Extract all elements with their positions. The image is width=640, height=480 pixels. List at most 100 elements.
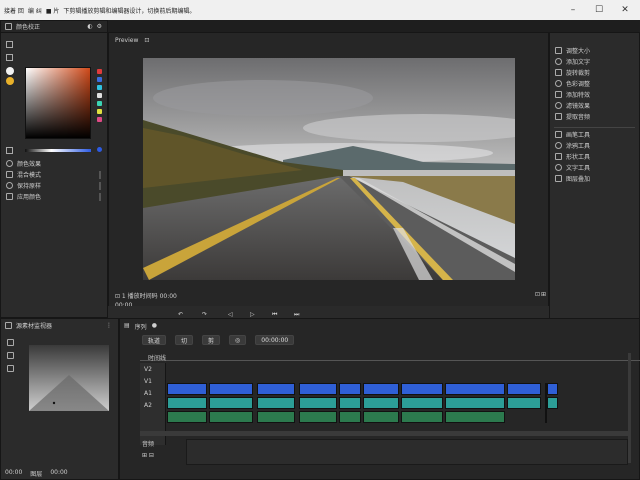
timeline-clip[interactable] (167, 383, 207, 395)
timeline-tool-button[interactable]: 切 (175, 335, 194, 345)
audio-icon[interactable] (7, 352, 14, 359)
timeline-tool-button[interactable]: 轨道 (142, 335, 167, 345)
image-icon[interactable] (7, 339, 14, 346)
tab-preview[interactable]: Preview (115, 37, 138, 44)
property-item[interactable]: 添加特效 (550, 89, 639, 100)
timeline-ruler[interactable]: 时间线 (140, 353, 640, 362)
more-icon[interactable]: ⋮ (106, 322, 112, 329)
timeline-scrollbar[interactable] (628, 353, 631, 463)
prev-frame-button[interactable]: ◁ (228, 311, 233, 318)
timeline-clip[interactable] (445, 383, 505, 395)
redo-button[interactable]: ↷ (202, 311, 207, 318)
picker-icon[interactable] (6, 41, 13, 48)
divider (554, 127, 635, 128)
property-item[interactable]: 提取音频 (550, 111, 639, 122)
timeline-clip[interactable] (257, 397, 295, 409)
timeline-clip[interactable] (299, 397, 337, 409)
gear-icon[interactable]: ⚙ (97, 23, 102, 30)
menu-view[interactable]: ■ 片 (46, 6, 60, 15)
track-header-a2[interactable]: A2 (140, 399, 165, 411)
timeline-clip[interactable] (363, 383, 399, 395)
timeline-clip[interactable] (299, 411, 337, 423)
close-button[interactable]: ✕ (618, 3, 632, 17)
source-preview[interactable] (29, 345, 109, 411)
palette-swatch[interactable] (97, 77, 102, 82)
tool-label: 画笔工具 (566, 132, 591, 139)
palette-swatch[interactable] (97, 69, 102, 74)
playhead[interactable] (545, 383, 547, 423)
palette-swatch[interactable] (97, 93, 102, 98)
grid-icon[interactable]: ⊞ (541, 291, 546, 298)
timeline-clip[interactable] (299, 383, 337, 395)
timeline-menu-icon[interactable]: ▤ (124, 322, 130, 331)
video-frame[interactable] (143, 58, 515, 280)
undo-button[interactable]: ↶ (178, 311, 183, 318)
fullscreen-icon[interactable]: ⊡ (535, 291, 540, 298)
layer-icon[interactable] (7, 365, 14, 372)
contrast-icon[interactable]: ◐ (87, 23, 92, 30)
slider-handle[interactable] (97, 147, 102, 152)
timeline-horizontal-scrollbar[interactable] (140, 431, 628, 436)
color-picker-field[interactable] (25, 67, 91, 139)
tool-item[interactable]: 涂鸦工具 (550, 140, 639, 151)
tab-preview-icon[interactable]: ⊡ (144, 37, 149, 44)
timeline-clip[interactable] (445, 411, 505, 423)
timeline-clip[interactable] (401, 397, 443, 409)
timeline-clip[interactable] (363, 411, 399, 423)
audio-buttons[interactable]: ⊞ ⊟ (142, 452, 154, 459)
palette-swatch[interactable] (97, 109, 102, 114)
timeline-clip[interactable] (339, 383, 361, 395)
hue-slider[interactable] (25, 149, 91, 152)
timeline-clip[interactable] (547, 383, 558, 395)
palette-swatch[interactable] (97, 85, 102, 90)
timeline-clip[interactable] (167, 411, 207, 423)
timeline-clip[interactable] (507, 383, 541, 395)
track-header-a1[interactable]: A1 (140, 387, 165, 399)
timeline-clip[interactable] (257, 411, 295, 423)
property-item[interactable]: 色彩调整 (550, 78, 639, 89)
tool-item[interactable]: 图层叠加 (550, 173, 639, 184)
color-tool-label[interactable]: 颜色效果 (17, 159, 41, 168)
timeline-clip[interactable] (209, 397, 253, 409)
color-tool-label[interactable]: 应用颜色 (17, 192, 41, 201)
property-item[interactable]: 旋转裁剪 (550, 67, 639, 78)
timeline-clip[interactable] (507, 397, 541, 409)
property-item[interactable]: 调整大小 (550, 45, 639, 56)
tool-item[interactable]: 文字工具 (550, 162, 639, 173)
tool-item[interactable]: 画笔工具 (550, 129, 639, 140)
tool-item[interactable]: 形状工具 (550, 151, 639, 162)
timeline-clip[interactable] (339, 411, 361, 423)
timeline-clip[interactable] (257, 383, 295, 395)
minimize-button[interactable]: – (566, 3, 580, 17)
timeline-clip[interactable] (445, 397, 505, 409)
timeline-tool-button[interactable]: 00:00:00 (255, 335, 295, 345)
track-header-v1[interactable]: V1 (140, 375, 165, 387)
timeline-clip[interactable] (339, 397, 361, 409)
timeline-tool-button[interactable]: 剪 (202, 335, 221, 345)
palette-swatch[interactable] (97, 101, 102, 106)
timeline-clip[interactable] (209, 383, 253, 395)
audio-track-area[interactable] (186, 439, 628, 465)
timeline-clip[interactable] (209, 411, 253, 423)
timeline-tool-button[interactable]: ◎ (229, 335, 247, 345)
foreground-color-swatch[interactable] (6, 77, 14, 85)
maximize-button[interactable]: ☐ (592, 3, 606, 17)
menu-edit[interactable]: 编 纠 (28, 6, 42, 15)
timeline-clip[interactable] (547, 397, 558, 409)
track-header-v2[interactable]: V2 (140, 363, 165, 375)
eyedropper-icon[interactable] (6, 54, 13, 61)
menu-file[interactable]: 接着 回 (4, 6, 24, 15)
timeline-clip[interactable] (401, 383, 443, 395)
timeline-add-icon[interactable]: ● (152, 322, 157, 331)
background-color-swatch[interactable] (6, 67, 14, 75)
timeline-clip[interactable] (363, 397, 399, 409)
palette-swatch[interactable] (97, 117, 102, 122)
next-frame-button[interactable]: ▷ (250, 311, 255, 318)
tab-sequence[interactable]: 序列 (135, 322, 147, 331)
color-tool-label[interactable]: 保持原样 (17, 181, 41, 190)
property-item[interactable]: 滤镜效果 (550, 100, 639, 111)
timeline-clip[interactable] (167, 397, 207, 409)
property-item[interactable]: 添加文字 (550, 56, 639, 67)
timeline-clip[interactable] (401, 411, 443, 423)
color-tool-label[interactable]: 混合模式 (17, 170, 41, 179)
